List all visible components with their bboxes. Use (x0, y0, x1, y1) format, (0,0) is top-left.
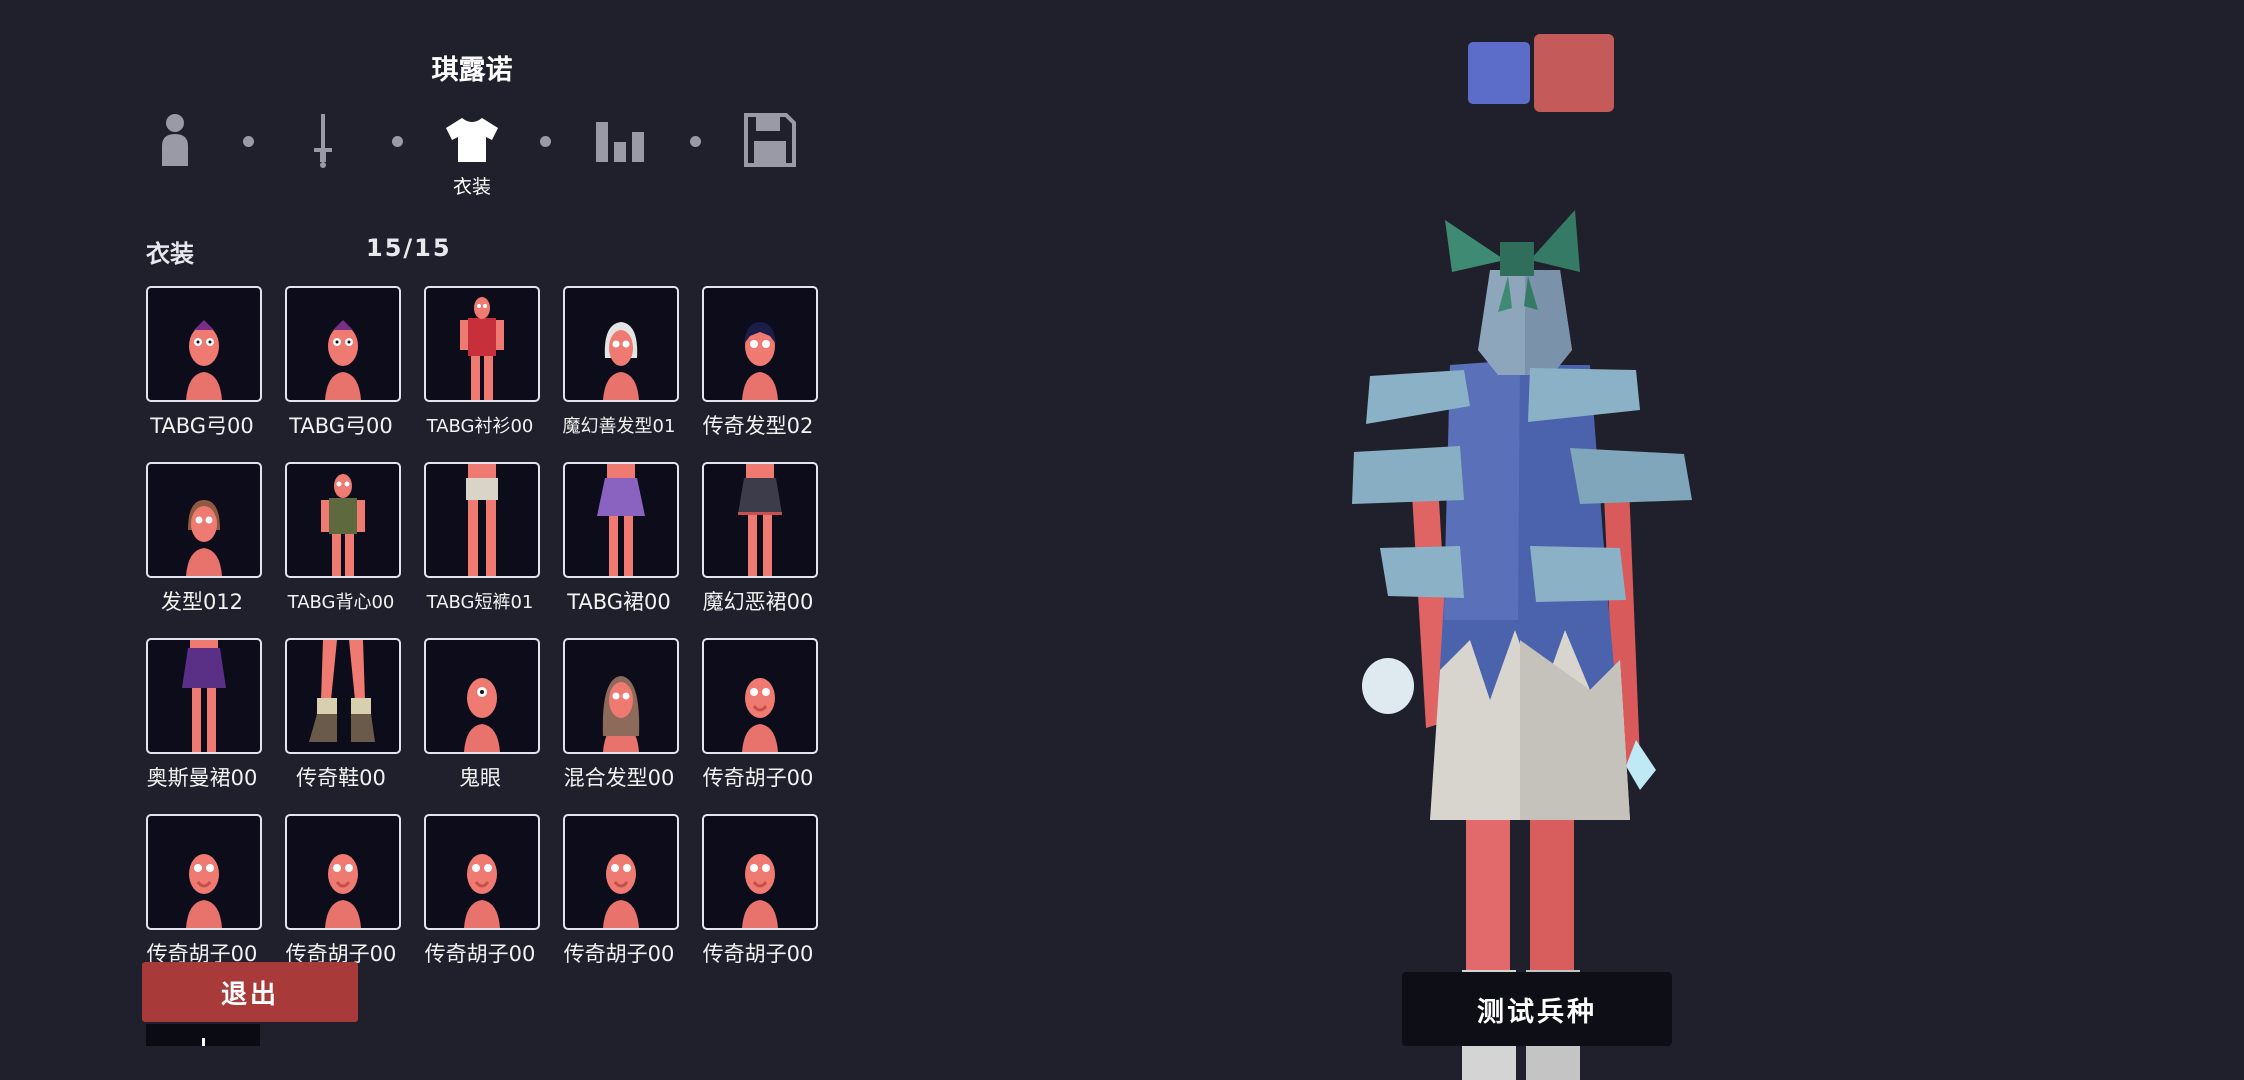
unit-name: 琪露诺 (431, 55, 513, 86)
outfit-item-label: 混合发型00 (563, 766, 675, 790)
outfit-item[interactable]: TABG背心00 (283, 462, 403, 613)
outfit-item-label: 魔幻恶裙00 (702, 590, 814, 614)
editor-steps: 衣装 (140, 100, 820, 200)
outfit-thumbnail (285, 462, 401, 578)
person-icon[interactable] (140, 110, 210, 170)
outfit-thumbnail (563, 638, 679, 754)
outfit-thumbnail (563, 286, 679, 402)
character-preview (1352, 210, 1692, 1080)
outfit-item[interactable]: 传奇胡子00 (700, 814, 820, 966)
outfit-thumbnail (285, 286, 401, 402)
outfit-item-label: TABG衬衫00 (426, 416, 534, 437)
sword-icon[interactable] (288, 110, 358, 170)
outfit-thumbnail (563, 814, 679, 930)
shirt-icon[interactable] (437, 110, 507, 170)
step-dot (243, 136, 254, 147)
outfit-item[interactable]: 魔幻善发型01 (561, 286, 681, 437)
outfit-item[interactable]: 传奇胡子00 (561, 814, 681, 966)
outfit-item-label: 传奇胡子00 (702, 942, 814, 966)
outfit-item-label: 传奇胡子00 (563, 942, 675, 966)
outfit-thumbnail (424, 286, 540, 402)
exit-button[interactable]: 退出 (142, 962, 358, 1022)
outfit-item[interactable]: 发型012 (144, 462, 264, 614)
outfit-item[interactable]: 传奇发型02 (700, 286, 820, 438)
team-color-red[interactable] (1534, 34, 1614, 112)
outfit-item-label: 传奇发型02 (702, 414, 814, 438)
outfit-thumbnail (424, 814, 540, 930)
outfit-item[interactable]: 鬼眼 (422, 638, 542, 790)
step-dot (540, 136, 551, 147)
outfit-thumbnail (702, 462, 818, 578)
outfit-thumbnail (702, 638, 818, 754)
outfit-item-label: TABG弓00 (150, 414, 254, 438)
outfit-thumbnail (702, 814, 818, 930)
outfit-thumbnail (285, 814, 401, 930)
outfit-item-label: TABG短裤01 (426, 592, 534, 613)
outfit-item[interactable]: 传奇胡子00 (144, 814, 264, 966)
outfit-item[interactable]: 传奇胡子00 (283, 814, 403, 966)
team-color-blue[interactable] (1468, 42, 1530, 104)
outfit-thumbnail (146, 462, 262, 578)
scroll-handle[interactable] (146, 1024, 260, 1046)
outfit-item-label: TABG背心00 (287, 592, 395, 613)
outfit-item-label: 传奇胡子00 (702, 766, 814, 790)
outfit-item[interactable]: 传奇胡子00 (700, 638, 820, 790)
outfit-thumbnail (146, 814, 262, 930)
outfit-item[interactable]: TABG裙00 (561, 462, 681, 614)
outfit-count: 15/15 (366, 234, 452, 262)
bar-chart-icon[interactable] (585, 110, 655, 170)
step-dot (392, 136, 403, 147)
outfit-item-label: TABG弓00 (289, 414, 393, 438)
outfit-thumbnail (563, 462, 679, 578)
outfit-item-label: 鬼眼 (459, 766, 501, 790)
outfit-thumbnail (285, 638, 401, 754)
outfit-item[interactable]: 魔幻恶裙00 (700, 462, 820, 614)
outfit-item-label: 传奇鞋00 (296, 766, 386, 790)
outfit-item-label: 奥斯曼裙00 (146, 766, 258, 790)
outfit-item-label: 发型012 (160, 590, 244, 614)
test-unit-button[interactable]: 测试兵种 (1402, 972, 1672, 1046)
outfit-item[interactable]: 传奇鞋00 (283, 638, 403, 790)
outfit-thumbnail (702, 286, 818, 402)
outfit-item[interactable]: TABG短裤01 (422, 462, 542, 613)
outfit-item[interactable]: TABG弓00 (283, 286, 403, 438)
outfit-thumbnail (146, 286, 262, 402)
floppy-disk-icon[interactable] (735, 110, 805, 170)
step-label-outfit: 衣装 (452, 176, 491, 198)
outfit-item-label: 传奇胡子00 (424, 942, 536, 966)
outfit-item[interactable]: TABG衬衫00 (422, 286, 542, 437)
outfit-thumbnail (424, 638, 540, 754)
outfit-thumbnail (424, 462, 540, 578)
outfit-item[interactable]: 混合发型00 (561, 638, 681, 790)
outfit-item-label: TABG裙00 (567, 590, 671, 614)
step-dot (690, 136, 701, 147)
outfit-item[interactable]: 奥斯曼裙00 (144, 638, 264, 790)
outfit-thumbnail (146, 638, 262, 754)
outfit-item-label: 魔幻善发型01 (562, 416, 676, 437)
outfit-item[interactable]: 传奇胡子00 (422, 814, 542, 966)
outfit-section-title: 衣装 (146, 240, 194, 268)
outfit-item[interactable]: TABG弓00 (144, 286, 264, 438)
